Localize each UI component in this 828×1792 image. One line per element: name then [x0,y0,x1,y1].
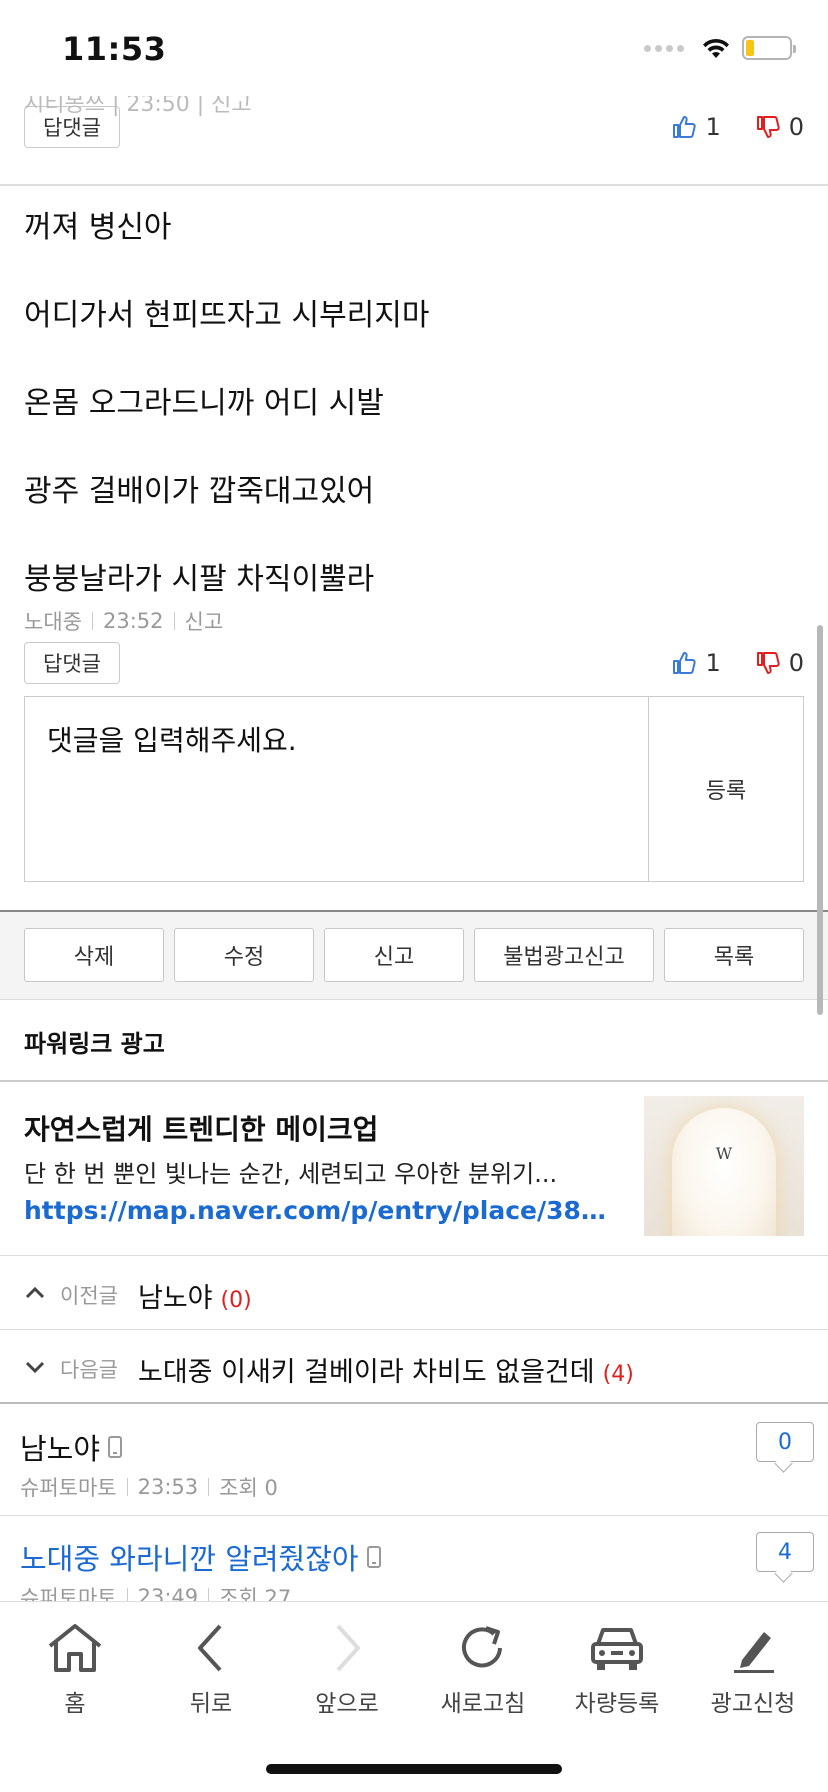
cellular-signal-icon [644,44,684,52]
comment-divider [0,184,828,186]
list-item-title[interactable]: 남노야 [20,1426,123,1468]
list-item-title-text: 남노야 [20,1432,101,1466]
prev-post-title-text: 남노야 [138,1283,213,1314]
powerlink-ad-header: 파워링크 광고 [24,1030,165,1058]
car-icon [591,1628,643,1670]
home-icon [48,1624,102,1672]
home-indicator [266,1764,562,1774]
vote-group: 1 0 [671,113,804,141]
comment-text-line: 붕붕날라가 시팔 차직이뿔라 [24,562,375,597]
tab-forward-label: 앞으로 [315,1691,379,1717]
tab-refresh-label: 새로고침 [440,1691,526,1717]
meta-divider [126,1478,128,1496]
like-count: 1 [705,113,721,141]
ad-card[interactable]: 자연스럽게 트렌디한 메이크업 단 한 번 뿐인 빛나는 순간, 세련되고 우아… [0,1080,828,1256]
dislike-button[interactable]: 0 [755,649,804,677]
ad-logo: W [715,1144,733,1163]
mobile-icon [366,1546,381,1568]
tab-car-register-label: 차량등록 [574,1691,660,1717]
next-post-label: 다음글 [60,1358,118,1382]
comment-meta: 노대중 23:52 신고 [24,606,223,636]
next-post-title-text: 노대중 이새키 걸베이라 차비도 없을건데 [138,1357,595,1388]
ad-url-link[interactable]: https://map.naver.com/p/entry/place/3852… [24,1196,614,1225]
comment-text-line: 꺼져 병신아 [24,210,172,245]
mobile-icon [108,1436,123,1458]
status-time: 11:53 [62,30,167,68]
tab-refresh[interactable]: 새로고침 [418,1620,548,1720]
thumbs-up-icon [673,116,697,138]
comment-author[interactable]: 노대중 [24,606,82,636]
thumbs-down-icon [756,116,780,138]
chevron-right-icon [336,1624,360,1672]
chevron-left-icon [198,1624,222,1672]
tab-back-label: 뒤로 [189,1691,233,1717]
ad-description: 단 한 번 뿐인 빛나는 순간, 세련되고 우아한 분위기... [24,1160,558,1188]
prev-post-title[interactable]: 남노야 (0) [138,1276,252,1315]
comment-count-badge: 0 [756,1422,814,1462]
thumbs-up-icon [673,652,697,674]
tab-home-label: 홈 [64,1691,86,1717]
comment-text-line: 광주 걸배이가 깝죽대고있어 [24,474,375,509]
dislike-count: 0 [788,113,804,141]
tab-back[interactable]: 뒤로 [146,1620,276,1720]
post-action-bar: 삭제 수정 신고 불법광고신고 목록 [0,910,828,1000]
like-button[interactable]: 1 [671,113,721,141]
comment-actions-row: 답댓글 1 0 [24,642,804,684]
tab-ad-apply[interactable]: 광고신청 [688,1620,818,1720]
like-count: 1 [705,649,721,677]
prev-post-row[interactable]: 이전글 남노야 (0) [0,1256,828,1330]
ad-arch-graphic: W [672,1108,776,1236]
status-bar: 11:53 [0,0,828,96]
next-post-row[interactable]: 다음글 노대중 이새키 걸베이라 차비도 없을건데 (4) [0,1330,828,1404]
edit-button[interactable]: 수정 [174,928,314,982]
wifi-icon [703,38,729,58]
dislike-button[interactable]: 0 [755,113,804,141]
delete-button[interactable]: 삭제 [24,928,164,982]
comment-form: 댓글을 입력해주세요. 등록 [24,696,804,882]
list-item-author: 슈퍼토마토 [20,1476,117,1500]
prev-post-comment-count: (0) [220,1288,252,1313]
report-button[interactable]: 신고 [324,928,464,982]
list-item-views: 조회 0 [219,1476,278,1500]
thumbs-down-icon [756,652,780,674]
status-icons [644,36,796,60]
tab-ad-apply-label: 광고신청 [710,1691,796,1717]
meta-divider [173,612,175,630]
report-link[interactable]: 신고 [185,606,224,636]
refresh-icon [462,1626,502,1668]
ad-thumbnail[interactable]: W [644,1096,804,1236]
meta-divider [91,612,93,630]
reply-button[interactable]: 답댓글 [24,642,120,684]
list-item-title-text: 노대중 와라니깐 알려줬잖아 [20,1542,359,1576]
vote-group: 1 0 [671,649,804,677]
list-item-title[interactable]: 노대중 와라니깐 알려줬잖아 [20,1536,381,1578]
comment-text-line: 온몸 오그라드니까 어디 시발 [24,386,384,421]
next-post-title[interactable]: 노대중 이새키 걸베이라 차비도 없을건데 (4) [138,1350,634,1389]
list-item[interactable]: 남노야 슈퍼토마토 23:53 조회 0 0 [0,1406,828,1516]
tab-car-register[interactable]: 차량등록 [552,1620,682,1720]
chevron-down-icon [25,1361,45,1374]
comment-time: 23:52 [102,609,164,633]
chevron-up-icon [25,1286,45,1299]
ad-title[interactable]: 자연스럽게 트렌디한 메이크업 [24,1108,378,1148]
comment-input[interactable]: 댓글을 입력해주세요. [25,697,649,881]
comment-count-badge: 4 [756,1532,814,1572]
next-post-comment-count: (4) [602,1362,634,1387]
meta-divider [208,1478,210,1496]
comment-text-line: 어디가서 현피뜨자고 시부리지마 [24,298,430,333]
list-item-time: 23:53 [137,1475,199,1499]
list-item-meta: 슈퍼토마토 23:53 조회 0 [20,1472,278,1502]
submit-comment-button[interactable]: 등록 [649,697,803,881]
list-button[interactable]: 목록 [664,928,804,982]
tab-home[interactable]: 홈 [10,1620,140,1720]
battery-icon [742,36,796,60]
tab-forward[interactable]: 앞으로 [282,1620,412,1720]
scrollbar[interactable] [817,625,823,1015]
pencil-icon [734,1632,774,1673]
dislike-count: 0 [788,649,804,677]
report-illegal-ad-button[interactable]: 불법광고신고 [474,928,654,982]
prev-post-label: 이전글 [60,1284,118,1308]
like-button[interactable]: 1 [671,649,721,677]
